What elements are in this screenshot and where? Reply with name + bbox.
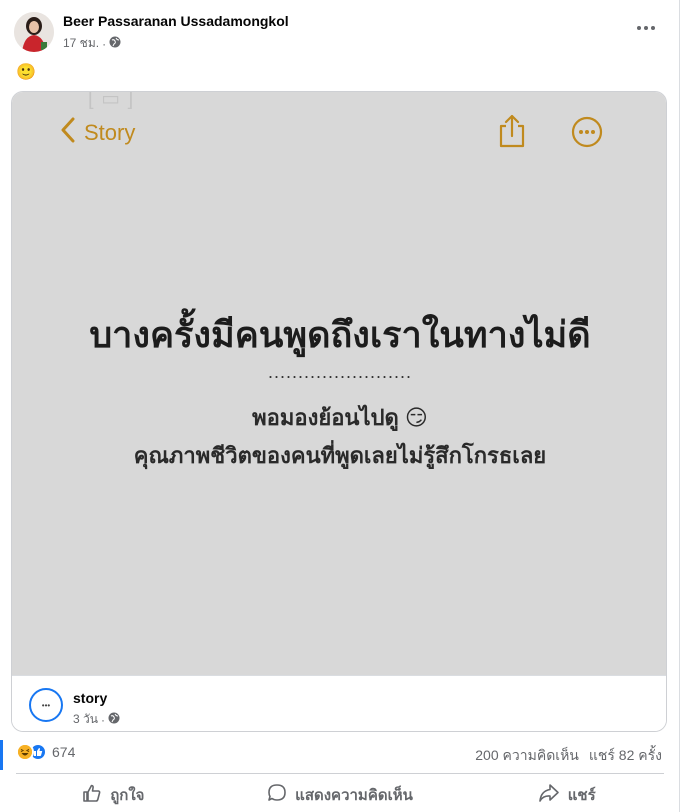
post-time[interactable]: 17 ชม. [63, 34, 99, 53]
share-button[interactable]: แชร์ [453, 778, 680, 812]
share-upload-icon [498, 114, 526, 148]
like-label: ถูกใจ [110, 787, 145, 804]
comment-bubble-icon [267, 783, 287, 807]
page-name[interactable]: story [73, 690, 107, 706]
page-meta: 3 วัน · [73, 710, 120, 729]
reactions-summary[interactable]: 674 [16, 743, 75, 761]
engagement-counts: 200 ความคิดเห็น แชร์ 82 ครั้ง [475, 745, 662, 767]
haha-reaction-icon [16, 743, 34, 761]
separator-dot: · [100, 712, 105, 727]
comment-button[interactable]: แสดงความคิดเห็น [227, 778, 454, 812]
dot-icon [637, 26, 641, 30]
image-dotted-divider: ........................ [267, 362, 413, 382]
image-line-2: คุณภาพชีวิตของคนที่พูดเลยไม่รู้สึกโกรธเล… [133, 443, 547, 468]
post-stats: 674 200 ความคิดเห็น แชร์ 82 ครั้ง [0, 740, 680, 768]
author-avatar[interactable] [14, 12, 54, 52]
action-bar: ถูกใจ แสดงความคิดเห็น แชร์ [0, 778, 680, 812]
separator-dot: · [102, 36, 107, 51]
ghost-header-remnant: [ ▭ ] [88, 91, 135, 110]
shared-image[interactable]: [ ▭ ] Story บางครั้งมีคนพูดถึงเราในทางไม… [12, 91, 666, 675]
shared-time[interactable]: 3 วัน [73, 710, 98, 729]
post-options-button[interactable] [634, 18, 658, 38]
comment-count[interactable]: 200 ความคิดเห็น [475, 745, 579, 767]
image-line-1: พอมองย้อนไปดู 😏 [252, 405, 428, 430]
action-divider [16, 773, 664, 774]
globe-icon [109, 36, 121, 51]
chevron-left-icon [60, 117, 76, 149]
ellipsis-circle-icon [571, 116, 603, 148]
post-meta: 17 ชม. · [63, 34, 121, 53]
like-button[interactable]: ถูกใจ [0, 778, 227, 812]
shared-source: ••• story 3 วัน · [12, 675, 666, 731]
share-arrow-icon [538, 783, 560, 807]
story-back-link: Story [60, 117, 135, 149]
reaction-count: 674 [52, 744, 76, 760]
post-caption: 🙂 [16, 64, 36, 81]
dot-icon [644, 26, 648, 30]
author-name[interactable]: Beer Passaranan Ussadamongkol [63, 13, 289, 29]
thumbs-up-icon [82, 783, 102, 807]
post-header: Beer Passaranan Ussadamongkol 17 ชม. · [0, 0, 680, 60]
dot-icon [651, 26, 655, 30]
share-label: แชร์ [567, 787, 596, 804]
facebook-post: Beer Passaranan Ussadamongkol 17 ชม. · 🙂… [0, 0, 680, 812]
story-back-label: Story [84, 120, 136, 145]
share-count[interactable]: แชร์ 82 ครั้ง [589, 745, 662, 767]
comment-label: แสดงความคิดเห็น [295, 787, 413, 804]
shared-post-card[interactable]: [ ▭ ] Story บางครั้งมีคนพูดถึงเราในทางไม… [11, 91, 667, 732]
page-avatar[interactable]: ••• [29, 688, 63, 722]
image-headline: บางครั้งมีคนพูดถึงเราในทางไม่ดี [89, 314, 591, 355]
globe-icon [108, 712, 120, 727]
